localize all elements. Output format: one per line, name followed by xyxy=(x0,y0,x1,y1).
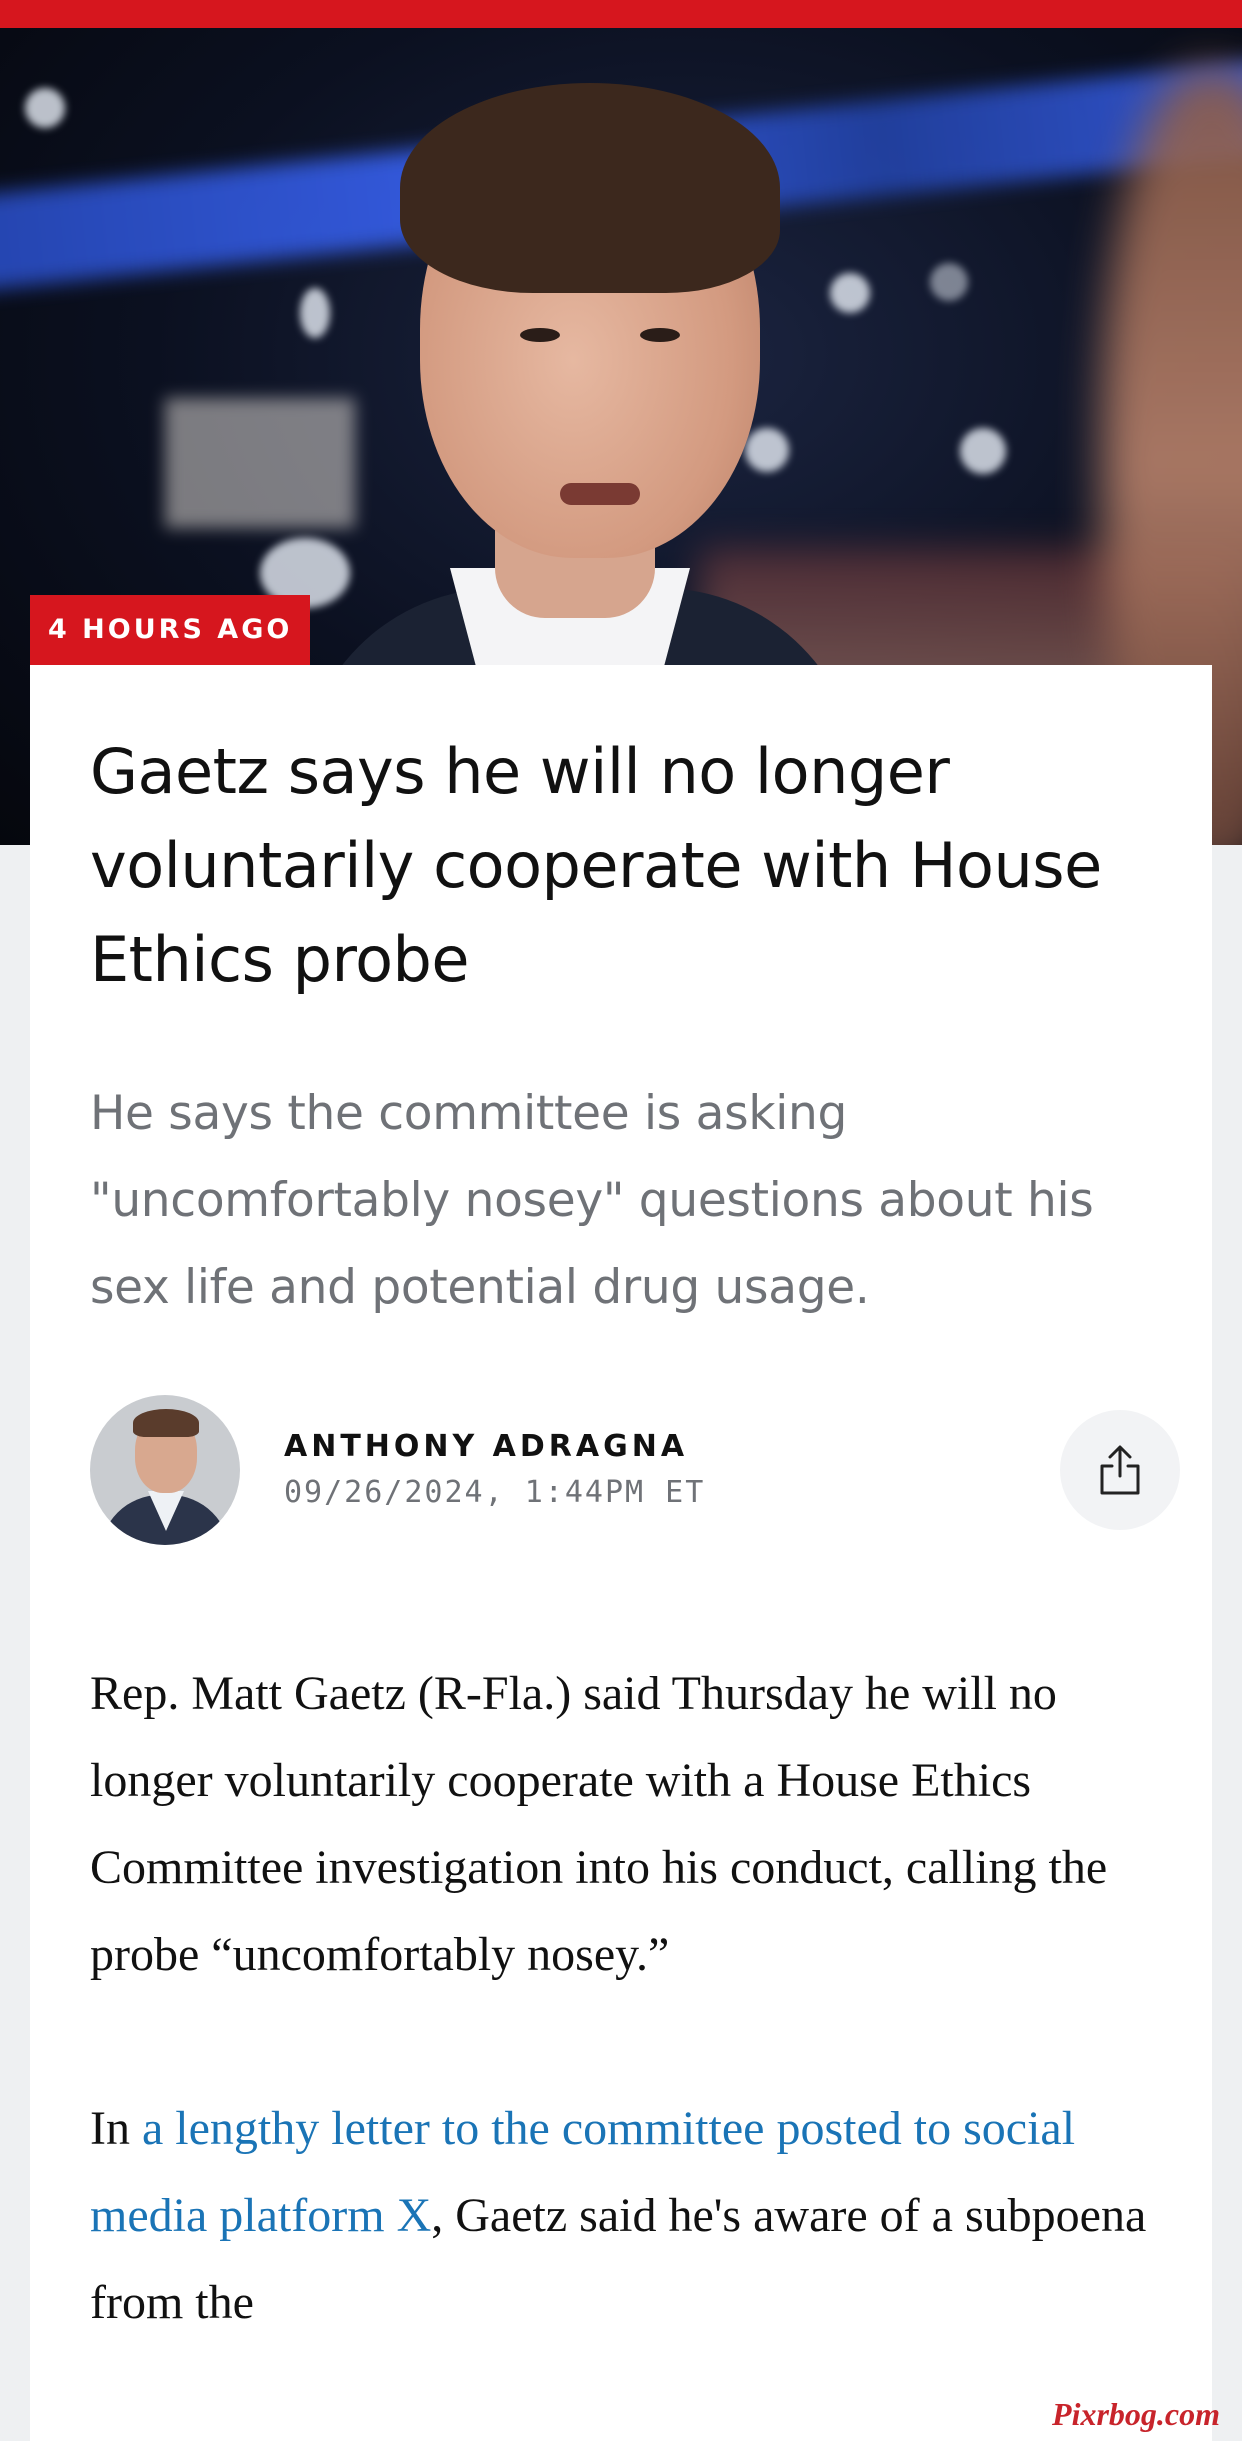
author-name[interactable]: ANTHONY ADRAGNA xyxy=(284,1429,688,1464)
publish-date: 09/26/2024, 1:44PM ET xyxy=(284,1475,706,1510)
share-icon xyxy=(1100,1445,1140,1495)
subject-hair xyxy=(400,83,780,293)
article-body: Rep. Matt Gaetz (R-Fla.) said Thursday h… xyxy=(90,1650,1160,2433)
subject-eye xyxy=(520,328,560,342)
subject-mouth xyxy=(560,483,640,505)
body-paragraph: In a lengthy letter to the committee pos… xyxy=(90,2085,1160,2346)
article-headline: Gaetz says he will no longer voluntarily… xyxy=(90,735,1102,996)
article-subheadline: He says the committee is asking "uncomfo… xyxy=(90,1086,1094,1315)
watermark: Pixrbog.com xyxy=(1052,2396,1220,2432)
body-text-span: In xyxy=(90,2102,142,2155)
time-badge: 4 HOURS AGO xyxy=(30,595,311,665)
subject-eye xyxy=(640,328,680,342)
article-card: Gaetz says he will no longer voluntarily… xyxy=(30,665,1212,2441)
body-paragraph: Rep. Matt Gaetz (R-Fla.) said Thursday h… xyxy=(90,1667,1108,1981)
author-avatar[interactable] xyxy=(90,1395,240,1545)
byline: ANTHONY ADRAGNA 09/26/2024, 1:44PM ET xyxy=(90,1395,1180,1545)
share-button[interactable] xyxy=(1060,1410,1180,1530)
top-accent-bar xyxy=(0,0,1242,28)
avatar-hair xyxy=(133,1409,199,1437)
